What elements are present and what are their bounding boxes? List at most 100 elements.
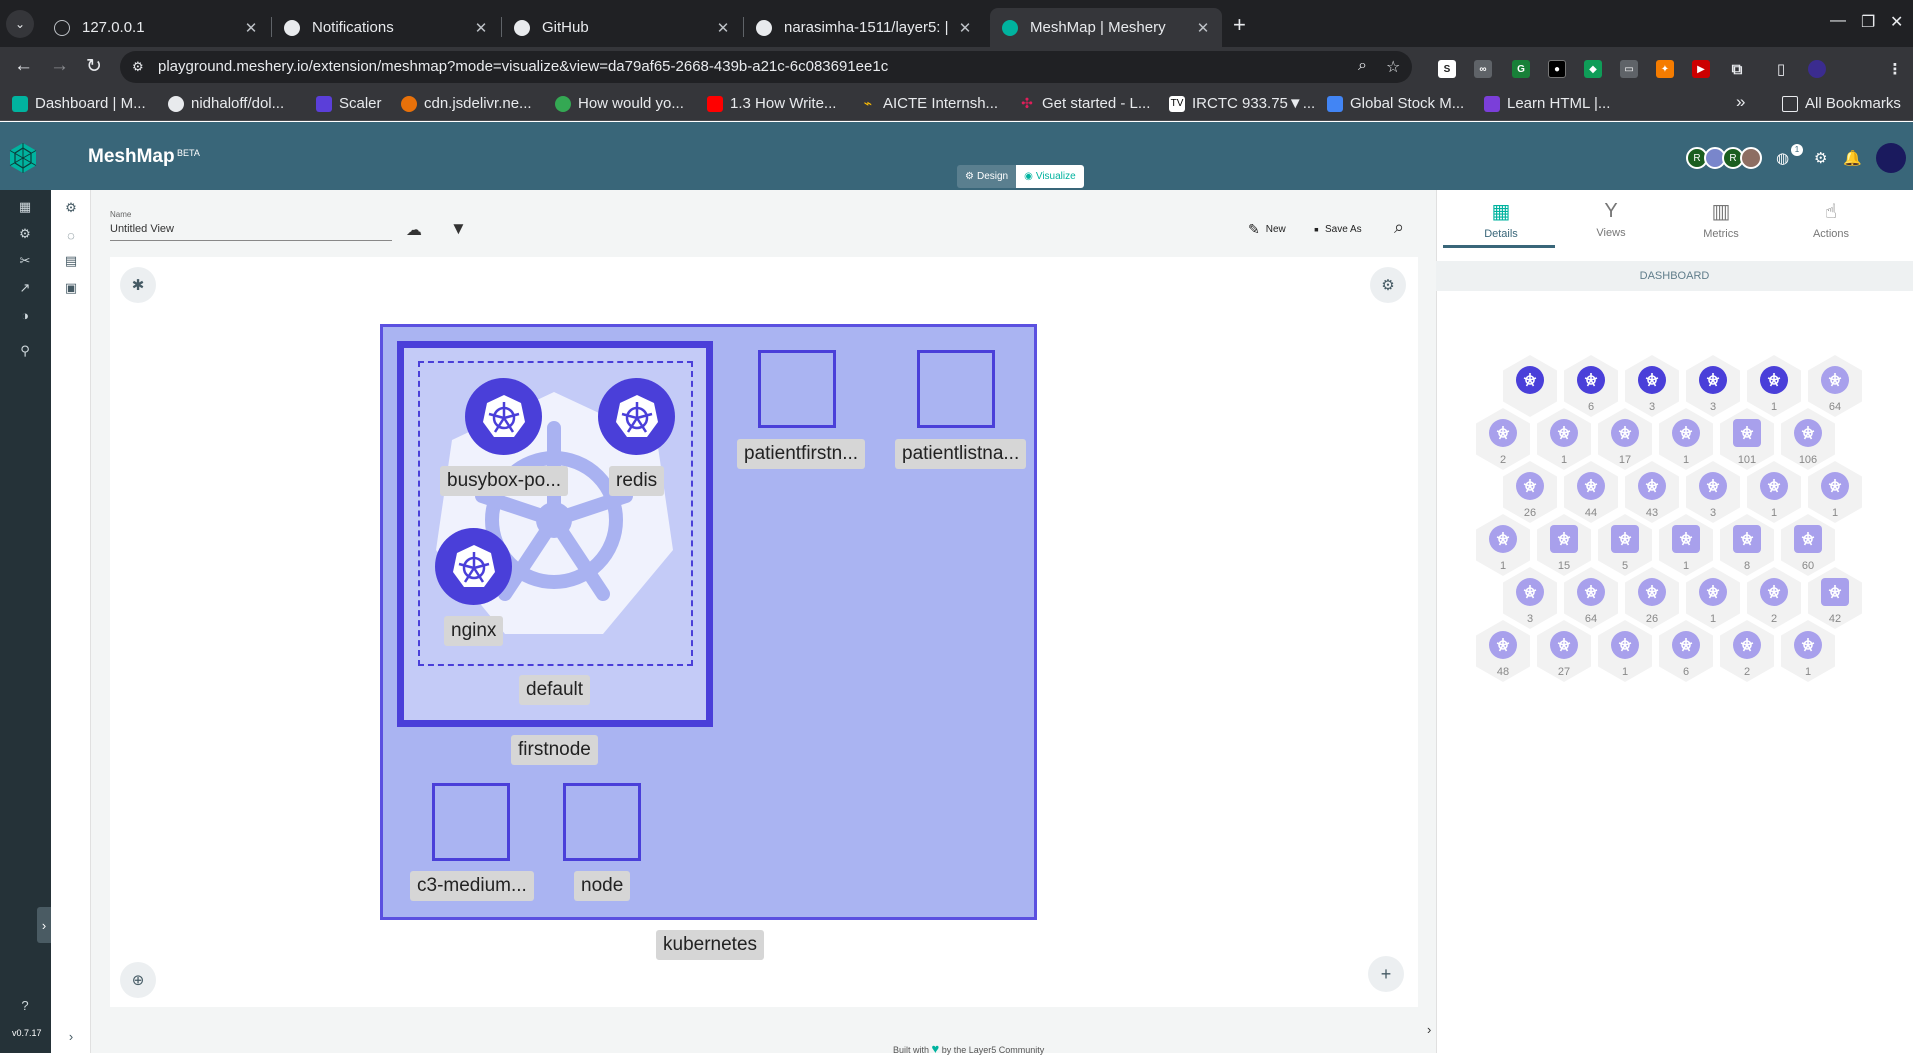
map-icon[interactable]: ▣: [63, 280, 79, 296]
bookmark-item[interactable]: Learn HTML |...: [1484, 95, 1610, 112]
extension-green-icon[interactable]: ◆: [1584, 60, 1602, 78]
tab-close-icon[interactable]: ✕: [242, 19, 260, 37]
browser-tab-notifications[interactable]: Notifications ✕: [272, 8, 500, 47]
zoom-search-icon[interactable]: ⌕: [1358, 57, 1367, 75]
dashboard-icon[interactable]: ▦: [16, 198, 34, 216]
bookmark-item[interactable]: ⌁ AICTE Internsh...: [860, 95, 998, 112]
location-icon[interactable]: ⚲: [16, 342, 34, 360]
all-bookmarks-button[interactable]: All Bookmarks: [1782, 95, 1901, 112]
user-avatar[interactable]: [1876, 143, 1906, 173]
browser-tab-layer5-repo[interactable]: narasimha-1511/layer5: | ✕: [744, 8, 984, 47]
kubernetes-resource-icon: [1516, 366, 1544, 394]
reload-icon[interactable]: ↻: [86, 55, 102, 78]
extension-grammarly-icon[interactable]: G: [1512, 60, 1530, 78]
expand-chevron-icon[interactable]: ›: [63, 1028, 79, 1044]
nginx-pod-node[interactable]: [435, 528, 512, 605]
bookmark-star-icon[interactable]: ☆: [1386, 57, 1400, 77]
bookmark-item[interactable]: How would yo...: [555, 95, 684, 112]
kubernetes-resource-icon: [1794, 419, 1822, 447]
components-icon[interactable]: ⚙: [63, 200, 79, 216]
canvas-settings-gear-icon[interactable]: ⚙: [1370, 267, 1406, 303]
tab-views[interactable]: Y Views: [1556, 190, 1666, 248]
meshery-extension-icon[interactable]: ◍: [1776, 149, 1789, 167]
address-bar[interactable]: ⚙ playground.meshery.io/extension/meshma…: [120, 51, 1412, 83]
canvas-layout-gear-icon[interactable]: ✱: [120, 267, 156, 303]
browser-tab-meshmap[interactable]: MeshMap | Meshery ✕: [990, 8, 1222, 47]
tab-close-icon[interactable]: ✕: [714, 19, 732, 37]
busybox-pod-node[interactable]: [465, 378, 542, 455]
extensions-icon[interactable]: ◑: [16, 306, 34, 324]
tab-search-chevron-icon[interactable]: ⌄: [6, 10, 34, 38]
tab-close-icon[interactable]: ✕: [1194, 19, 1212, 37]
tab-close-icon[interactable]: ✕: [472, 19, 490, 37]
help-icon[interactable]: ?: [16, 996, 34, 1014]
performance-icon[interactable]: ↗: [16, 279, 34, 297]
browser-tab-localhost[interactable]: 127.0.0.1 ✕: [42, 8, 270, 47]
search-icon[interactable]: ⌕: [1394, 217, 1404, 238]
kubernetes-resource-icon: [1516, 472, 1544, 500]
visualize-mode-button[interactable]: ◉ Visualize: [1016, 165, 1084, 188]
settings-gear-icon[interactable]: ⚙: [1814, 149, 1827, 167]
extensions-puzzle-icon[interactable]: ⧉: [1728, 60, 1746, 78]
box-label: node: [574, 871, 631, 901]
panel-collapse-chevron-icon[interactable]: ›: [1427, 1022, 1431, 1037]
back-arrow-icon[interactable]: ←: [14, 55, 33, 77]
layers-icon[interactable]: ◌: [63, 227, 79, 243]
notifications-bell-icon[interactable]: 🔔: [1843, 149, 1862, 167]
kubernetes-resource-icon: [1672, 525, 1700, 553]
bookmark-item[interactable]: 1.3 How Write...: [707, 95, 836, 112]
save-icon: ▪: [1314, 221, 1319, 237]
kubernetes-resource-icon: [1577, 472, 1605, 500]
redis-pod-node[interactable]: [598, 378, 675, 455]
url-text[interactable]: playground.meshery.io/extension/meshmap?…: [158, 58, 888, 75]
bookmark-item[interactable]: Scaler: [316, 95, 382, 112]
bookmark-item[interactable]: Dashboard | M...: [12, 95, 146, 112]
window-close-icon[interactable]: ✕: [1890, 12, 1903, 32]
extension-s-icon[interactable]: S: [1438, 60, 1456, 78]
add-icon[interactable]: +: [1368, 956, 1404, 992]
forward-arrow-icon[interactable]: →: [50, 55, 69, 77]
window-restore-icon[interactable]: ❐: [1861, 12, 1875, 32]
c3-medium-node[interactable]: [432, 783, 510, 861]
extension-gray-icon[interactable]: ▭: [1620, 60, 1638, 78]
tab-details[interactable]: ▦ Details: [1446, 190, 1556, 248]
bookmark-item[interactable]: Global Stock M...: [1327, 95, 1464, 112]
extension-glasses-icon[interactable]: ∞: [1474, 60, 1492, 78]
storage-icon[interactable]: ▤: [63, 253, 79, 269]
patientlistname-node[interactable]: [917, 350, 995, 428]
tab-actions[interactable]: ☝ Actions: [1776, 190, 1886, 248]
browser-tab-github[interactable]: GitHub ✕: [502, 8, 742, 47]
bookmark-item[interactable]: ✣ Get started - L...: [1019, 95, 1150, 112]
filter-icon[interactable]: ▼: [450, 219, 467, 239]
lifecycle-icon[interactable]: ⚙: [16, 225, 34, 243]
kubernetes-resource-icon: [1550, 419, 1578, 447]
node-node[interactable]: [563, 783, 641, 861]
zoom-icon[interactable]: ⊕: [120, 962, 156, 998]
tab-close-icon[interactable]: ✕: [956, 19, 974, 37]
browser-menu-icon[interactable]: ⋮: [1886, 60, 1904, 78]
site-info-icon[interactable]: ⚙: [132, 59, 148, 75]
save-as-button[interactable]: ▪ Save As: [1314, 221, 1362, 237]
bookmark-item[interactable]: cdn.jsdelivr.ne...: [401, 95, 532, 112]
bookmarks-overflow-button[interactable]: »: [1736, 92, 1745, 112]
patientfirstname-node[interactable]: [758, 350, 836, 428]
configuration-icon[interactable]: ✂: [16, 252, 34, 270]
design-mode-button[interactable]: ⚙ Design: [957, 165, 1017, 188]
bookmark-item[interactable]: TV IRCTC 933.75▼...: [1169, 95, 1315, 112]
extension-youtube-icon[interactable]: ▶: [1692, 60, 1710, 78]
meshery-logo-icon[interactable]: [7, 142, 39, 174]
collapse-nav-chevron-icon[interactable]: ›: [37, 907, 51, 943]
view-name-input[interactable]: Untitled View: [110, 223, 392, 241]
avatar[interactable]: [1740, 147, 1762, 169]
new-tab-button[interactable]: +: [1233, 12, 1246, 38]
extension-dark-icon[interactable]: ●: [1548, 60, 1566, 78]
tab-metrics[interactable]: ▥ Metrics: [1666, 190, 1776, 248]
extension-metamask-icon[interactable]: ✦: [1656, 60, 1674, 78]
new-view-button[interactable]: ✎ New: [1248, 221, 1286, 238]
profile-avatar-icon[interactable]: [1808, 60, 1826, 78]
cloud-save-icon[interactable]: ☁: [406, 220, 422, 240]
window-minimize-icon[interactable]: —: [1830, 12, 1846, 30]
namespace-label: default: [519, 675, 591, 705]
bookmark-item[interactable]: nidhaloff/dol...: [168, 95, 284, 112]
side-panel-icon[interactable]: ▯: [1772, 60, 1790, 78]
